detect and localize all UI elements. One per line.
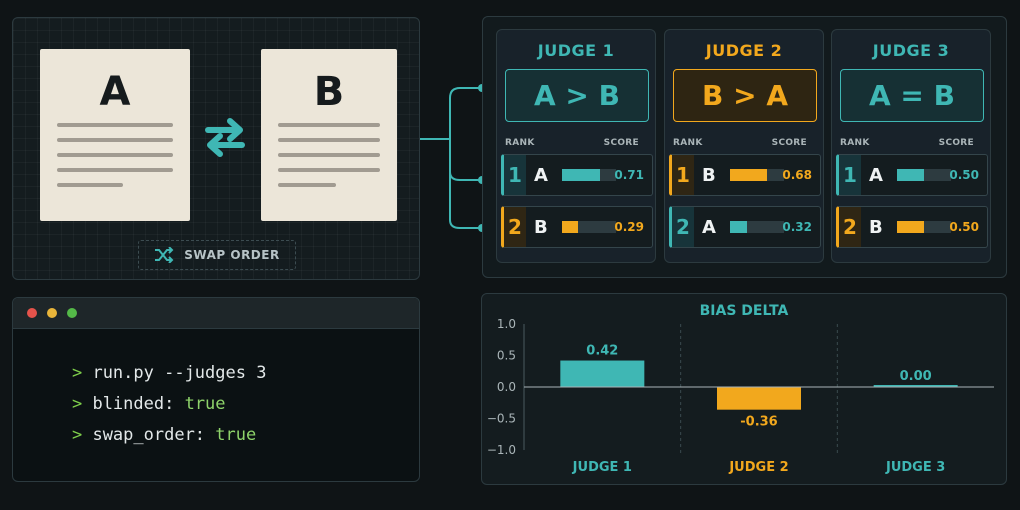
document-a: A xyxy=(40,49,190,221)
rank-number: 2 xyxy=(839,207,861,247)
chart-title: BIAS DELTA xyxy=(700,303,789,319)
prompt-symbol: > xyxy=(71,425,83,445)
text-line xyxy=(57,183,123,187)
score-value: 0.71 xyxy=(614,168,644,182)
text-line xyxy=(278,153,380,157)
score-bar-fill xyxy=(730,169,767,181)
rank-row: 2 B 0.29 xyxy=(501,206,653,248)
rank-number: 2 xyxy=(672,207,694,247)
score-header: SCORE xyxy=(603,138,639,148)
rank-number: 1 xyxy=(504,155,526,195)
rank-row: 2 A 0.32 xyxy=(669,206,821,248)
text-line xyxy=(57,153,173,157)
candidate-label: B xyxy=(702,164,716,186)
judge-card-1: JUDGE 1 A > B RANK SCORE 1 A 0.71 2 B 0.29 xyxy=(496,29,656,263)
x-tick-label: JUDGE 1 xyxy=(572,460,632,475)
score-bar-fill xyxy=(730,221,747,233)
rank-header: RANK xyxy=(505,138,535,148)
candidate-label: A xyxy=(534,164,548,186)
y-tick-label: −0.5 xyxy=(487,412,516,426)
rank-number: 1 xyxy=(672,155,694,195)
data-label: -0.36 xyxy=(740,415,777,430)
rank-row: 1 A 0.50 xyxy=(836,154,988,196)
score-value: 0.68 xyxy=(782,168,812,182)
score-value: 0.50 xyxy=(949,168,979,182)
rank-number: 1 xyxy=(839,155,861,195)
connector-lines xyxy=(420,84,486,232)
judge-title: JUDGE 2 xyxy=(705,41,783,60)
rank-row: 1 A 0.71 xyxy=(501,154,653,196)
score-header: SCORE xyxy=(938,138,974,148)
y-tick-label: 1.0 xyxy=(497,317,516,331)
score-bar-fill xyxy=(897,221,924,233)
score-bar-fill xyxy=(562,221,578,233)
candidate-label: A xyxy=(702,216,716,238)
swap-order-button[interactable]: SWAP ORDER xyxy=(138,240,296,270)
score-header: SCORE xyxy=(771,138,807,148)
y-tick-label: −1.0 xyxy=(487,443,516,457)
text-line xyxy=(57,138,173,142)
swap-order-label: SWAP ORDER xyxy=(184,248,280,262)
document-b: B xyxy=(261,49,397,221)
candidate-label: A xyxy=(869,164,883,186)
score-value: 0.50 xyxy=(949,220,979,234)
bar xyxy=(560,360,645,387)
verdict-box: B > A xyxy=(673,69,817,122)
minimize-dot-icon[interactable] xyxy=(47,308,57,318)
rank-header: RANK xyxy=(840,138,870,148)
judge-card-3: JUDGE 3 A = B RANK SCORE 1 A 0.50 2 B 0.50 xyxy=(831,29,991,263)
y-tick-label: 0.0 xyxy=(497,380,516,394)
text-line xyxy=(278,123,380,127)
terminal-title-bar xyxy=(13,298,419,329)
judge-title: JUDGE 1 xyxy=(537,41,615,60)
score-value: 0.32 xyxy=(782,220,812,234)
bias-delta-chart: BIAS DELTA 1.0 0.5 0.0 −0.5 −1.0 0.42 JUDGE 1 -0… xyxy=(487,303,994,475)
verdict-box: A = B xyxy=(840,69,984,122)
rank-header: RANK xyxy=(673,138,703,148)
data-label: 0.42 xyxy=(586,344,618,359)
score-bar-fill xyxy=(562,169,600,181)
score-bar-track xyxy=(897,221,951,233)
maximize-dot-icon[interactable] xyxy=(67,308,77,318)
judge-title: JUDGE 3 xyxy=(872,41,950,60)
text-line xyxy=(278,183,336,187)
score-bar-track xyxy=(897,169,951,181)
close-dot-icon[interactable] xyxy=(27,308,37,318)
text-line xyxy=(57,123,173,127)
score-value: 0.29 xyxy=(614,220,644,234)
score-bar-fill xyxy=(897,169,924,181)
terminal-key: swap_order: xyxy=(92,425,216,445)
bar xyxy=(717,387,801,410)
rank-row: 1 B 0.68 xyxy=(669,154,821,196)
score-bar-track xyxy=(562,169,616,181)
y-tick-label: 0.5 xyxy=(497,349,516,363)
score-bar-track xyxy=(730,221,784,233)
shuffle-icon xyxy=(154,246,174,264)
rank-row: 2 B 0.50 xyxy=(836,206,988,248)
candidate-label: B xyxy=(534,216,548,238)
document-b-label: B xyxy=(313,69,345,115)
document-a-label: A xyxy=(99,69,131,115)
candidate-label: B xyxy=(869,216,883,238)
terminal-line: > swap_order: true xyxy=(31,405,256,465)
verdict-box: A > B xyxy=(505,69,649,122)
text-line xyxy=(278,138,380,142)
bias-delta-panel: BIAS DELTA 1.0 0.5 0.0 −0.5 −1.0 0.42 JUDGE 1 -0… xyxy=(481,293,1007,485)
terminal-window: > run.py --judges 3 > blinded: true > sw… xyxy=(12,297,420,482)
score-bar-track xyxy=(730,169,784,181)
swap-arrows-icon xyxy=(202,114,248,160)
terminal-value: true xyxy=(215,425,257,445)
text-line xyxy=(57,168,173,172)
text-line xyxy=(278,168,380,172)
score-bar-track xyxy=(562,221,616,233)
rank-number: 2 xyxy=(504,207,526,247)
x-tick-label: JUDGE 3 xyxy=(885,460,945,475)
x-tick-label: JUDGE 2 xyxy=(728,460,788,475)
data-label: 0.00 xyxy=(900,369,932,384)
judge-card-2: JUDGE 2 B > A RANK SCORE 1 B 0.68 2 A 0.32 xyxy=(664,29,824,263)
